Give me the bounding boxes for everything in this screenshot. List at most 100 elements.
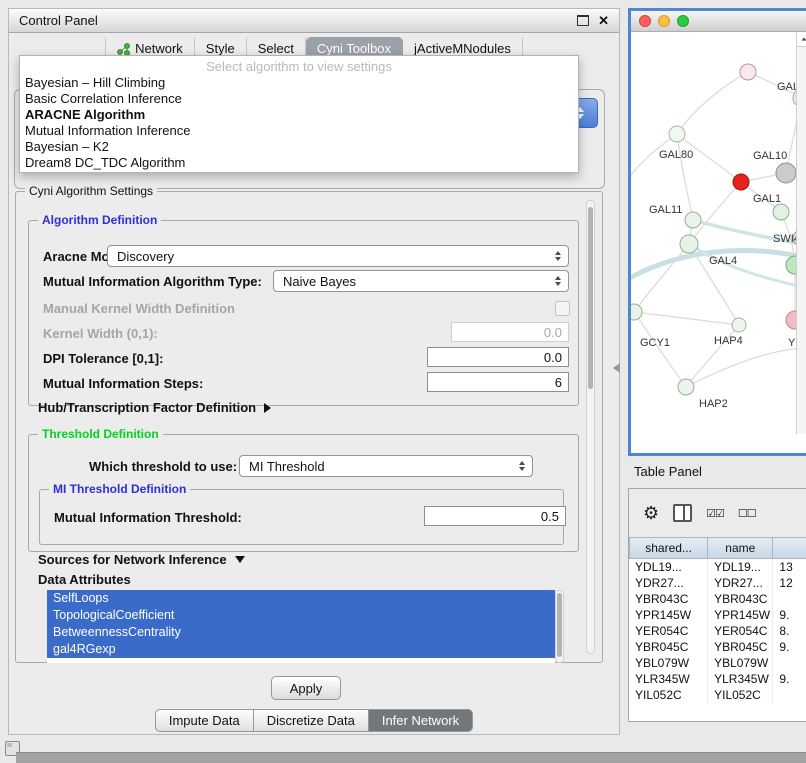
network-node-gal11[interactable] bbox=[685, 212, 701, 228]
table-cell: 9. bbox=[773, 671, 806, 687]
mi-algorithm-type-select[interactable]: Naive Bayes bbox=[273, 270, 569, 292]
bottom-tab-discretize-data[interactable]: Discretize Data bbox=[254, 709, 369, 732]
table-row[interactable]: YBR045CYBR045C9. bbox=[629, 639, 806, 655]
network-node-gcy1[interactable] bbox=[631, 304, 642, 320]
column-layout-icon[interactable] bbox=[673, 504, 692, 522]
algorithm-option-mutual-information-inference[interactable]: Mutual Information Inference bbox=[20, 123, 578, 139]
mi-steps-label: Mutual Information Steps: bbox=[43, 376, 203, 391]
algorithm-option-basic-correlation-inference[interactable]: Basic Correlation Inference bbox=[20, 91, 578, 107]
table-cell: YIL052C bbox=[629, 687, 708, 703]
network-node-gal4[interactable] bbox=[680, 235, 698, 253]
zoom-traffic-light-icon[interactable] bbox=[677, 15, 689, 27]
attribute-list-scrollbar[interactable] bbox=[555, 590, 564, 663]
attribute-item-selfloops[interactable]: SelfLoops bbox=[47, 590, 555, 607]
table-row[interactable]: YPR145WYPR145W9. bbox=[629, 607, 806, 623]
algorithm-definition-group: Algorithm Definition Aracne Mode: Discov… bbox=[28, 220, 579, 406]
apply-button[interactable]: Apply bbox=[271, 676, 341, 700]
network-edge[interactable] bbox=[634, 244, 689, 312]
select-all-icon[interactable]: ☑☑ bbox=[706, 507, 724, 520]
network-node[interactable] bbox=[776, 163, 796, 183]
algorithm-option-aracne-algorithm[interactable]: ARACNE Algorithm bbox=[20, 107, 578, 123]
network-node-hap2[interactable] bbox=[678, 379, 694, 395]
mi-threshold-input[interactable]: 0.5 bbox=[424, 506, 566, 526]
network-window-titlebar[interactable] bbox=[631, 11, 806, 32]
network-vertical-scrollbar[interactable] bbox=[796, 32, 806, 434]
column-header-2[interactable] bbox=[773, 537, 806, 559]
network-edge[interactable] bbox=[677, 72, 748, 134]
sources-toggle[interactable]: Sources for Network Inference bbox=[38, 552, 245, 567]
network-canvas[interactable]: GALGAL80GAL10GAL11GAL1SWI4GAL4GCY1HAP4YH… bbox=[631, 32, 806, 434]
which-threshold-label: Which threshold to use: bbox=[89, 459, 237, 474]
table-row[interactable]: YDR27...YDR27...12 bbox=[629, 575, 806, 591]
scroll-up-arrow-icon[interactable] bbox=[797, 32, 806, 47]
kernel-width-label: Kernel Width (0,1): bbox=[43, 326, 158, 341]
table-cell: YBR045C bbox=[629, 639, 708, 655]
dpi-tolerance-label: DPI Tolerance [0,1]: bbox=[43, 351, 163, 366]
attribute-item-gal4rgexp[interactable]: gal4RGexp bbox=[47, 641, 555, 658]
tab-label: Cyni Toolbox bbox=[317, 41, 391, 56]
table-row[interactable]: YER054CYER054C8. bbox=[629, 623, 806, 639]
algorithm-option-dream8-dc-tdc-algorithm[interactable]: Dream8 DC_TDC Algorithm bbox=[20, 155, 578, 171]
table-row[interactable]: YBR043CYBR043C bbox=[629, 591, 806, 607]
attribute-item-topologicalcoefficient[interactable]: TopologicalCoefficient bbox=[47, 607, 555, 624]
table-cell: 8. bbox=[773, 623, 806, 639]
table-header-row: shared...name bbox=[629, 537, 806, 559]
data-attributes-list: SelfLoopsTopologicalCoefficientBetweenne… bbox=[47, 590, 555, 663]
bottom-tab-infer-network[interactable]: Infer Network bbox=[369, 709, 473, 732]
data-attributes-label: Data Attributes bbox=[38, 572, 131, 587]
network-node-label: GAL11 bbox=[649, 204, 682, 216]
panel-collapse-handle[interactable] bbox=[613, 363, 620, 373]
aracne-mode-select[interactable]: Discovery bbox=[107, 245, 569, 267]
settings-gear-icon[interactable]: ⚙ bbox=[643, 504, 659, 522]
table-row[interactable]: YDL19...YDL19...13 bbox=[629, 559, 806, 575]
mi-threshold-label: Mutual Information Threshold: bbox=[54, 510, 242, 525]
algorithm-dropdown-placeholder: Select algorithm to view settings bbox=[20, 58, 578, 75]
hub-tf-definition-toggle[interactable]: Hub/Transcription Factor Definition bbox=[38, 400, 271, 415]
threshold-definition-group: Threshold Definition Which threshold to … bbox=[28, 434, 579, 552]
table-row[interactable]: YBL079WYBL079W bbox=[629, 655, 806, 671]
close-icon[interactable]: ✕ bbox=[598, 14, 609, 27]
table-row[interactable]: YLR345WYLR345W9. bbox=[629, 671, 806, 687]
mi-algorithm-type-label: Mutual Information Algorithm Type: bbox=[43, 274, 262, 289]
table-cell: 9. bbox=[773, 639, 806, 655]
network-node-label: GAL80 bbox=[659, 149, 693, 161]
table-cell: YDL19... bbox=[629, 559, 708, 575]
network-edge[interactable] bbox=[634, 312, 686, 387]
threshold-definition-title: Threshold Definition bbox=[38, 427, 163, 441]
manual-kernel-width-checkbox[interactable] bbox=[555, 301, 570, 316]
column-header-shared[interactable]: shared... bbox=[629, 537, 708, 559]
network-icon bbox=[117, 43, 130, 55]
network-node[interactable] bbox=[740, 64, 756, 80]
column-header-name[interactable]: name bbox=[708, 537, 773, 559]
close-traffic-light-icon[interactable] bbox=[639, 15, 651, 27]
settings-scrollbar[interactable] bbox=[586, 200, 595, 654]
algorithm-option-bayesian-k2[interactable]: Bayesian – K2 bbox=[20, 139, 578, 155]
table-cell: YLR345W bbox=[708, 671, 773, 687]
network-node-label: GCY1 bbox=[640, 337, 670, 349]
which-threshold-select[interactable]: MI Threshold bbox=[239, 455, 533, 477]
network-edge[interactable] bbox=[634, 312, 739, 325]
network-node-hap4[interactable] bbox=[732, 318, 746, 332]
control-panel-titlebar[interactable]: Control Panel ✕ bbox=[9, 9, 619, 33]
network-node-gal80[interactable] bbox=[669, 126, 685, 142]
network-node-label: HAP2 bbox=[699, 398, 728, 410]
table-cell: YPR145W bbox=[629, 607, 708, 623]
deselect-all-icon[interactable]: ☐☐ bbox=[738, 507, 756, 520]
attribute-item-betweennesscentrality[interactable]: BetweennessCentrality bbox=[47, 624, 555, 641]
mi-steps-input[interactable]: 6 bbox=[427, 372, 569, 392]
bottom-tab-impute-data[interactable]: Impute Data bbox=[155, 709, 254, 732]
network-edge[interactable] bbox=[686, 348, 805, 387]
table-row[interactable]: YIL052CYIL052C bbox=[629, 687, 806, 703]
dpi-tolerance-input[interactable]: 0.0 bbox=[427, 347, 569, 367]
kernel-width-input[interactable]: 0.0 bbox=[451, 322, 569, 342]
table-cell: YBR043C bbox=[708, 591, 773, 607]
bottom-tab-group: Impute DataDiscretize DataInfer Network bbox=[9, 709, 619, 732]
chevron-up-down-icon bbox=[550, 251, 565, 261]
float-window-icon[interactable] bbox=[577, 15, 589, 26]
table-cell: YBR045C bbox=[708, 639, 773, 655]
node-table: shared...name YDL19...YDL19...13YDR27...… bbox=[629, 537, 806, 721]
minimize-traffic-light-icon[interactable] bbox=[658, 15, 670, 27]
network-node-gal10[interactable] bbox=[733, 174, 749, 190]
algorithm-option-bayesian-hill-climbing[interactable]: Bayesian – Hill Climbing bbox=[20, 75, 578, 91]
network-node-gal1[interactable] bbox=[773, 204, 789, 220]
